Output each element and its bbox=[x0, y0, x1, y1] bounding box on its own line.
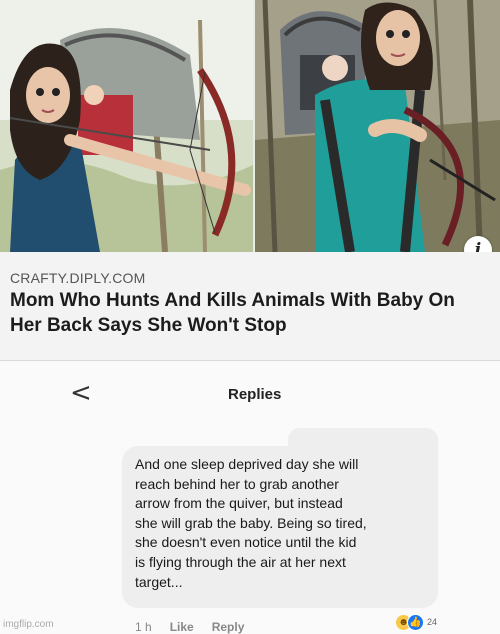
comment-timestamp: 1 h bbox=[135, 620, 152, 634]
chevron-left-icon[interactable]: < bbox=[70, 378, 92, 408]
comment-actions: 1 h Like Reply bbox=[135, 620, 244, 634]
thumbs-up-icon: 👍 bbox=[407, 613, 424, 631]
archer-photo-left bbox=[0, 0, 253, 252]
article-card[interactable]: CRAFTY.DIPLY.COM Mom Who Hunts And Kills… bbox=[0, 252, 500, 361]
article-photos: i bbox=[0, 0, 500, 264]
article-source: CRAFTY.DIPLY.COM bbox=[10, 270, 146, 286]
reply-button[interactable]: Reply bbox=[212, 620, 245, 634]
archer-photo-right bbox=[255, 0, 500, 252]
replies-title: Replies bbox=[228, 386, 282, 403]
mom-with-baby-carrier-image bbox=[255, 0, 500, 252]
reaction-count: 24 bbox=[427, 617, 438, 627]
article-headline[interactable]: Mom Who Hunts And Kills Animals With Bab… bbox=[10, 288, 490, 338]
like-button[interactable]: Like bbox=[170, 620, 194, 634]
watermark: imgflip.com bbox=[3, 619, 54, 630]
archer-aiming-image bbox=[0, 0, 253, 252]
comment-text: And one sleep deprived day she will reac… bbox=[135, 456, 367, 590]
reaction-summary[interactable]: ☻ 👍 24 bbox=[396, 613, 437, 631]
